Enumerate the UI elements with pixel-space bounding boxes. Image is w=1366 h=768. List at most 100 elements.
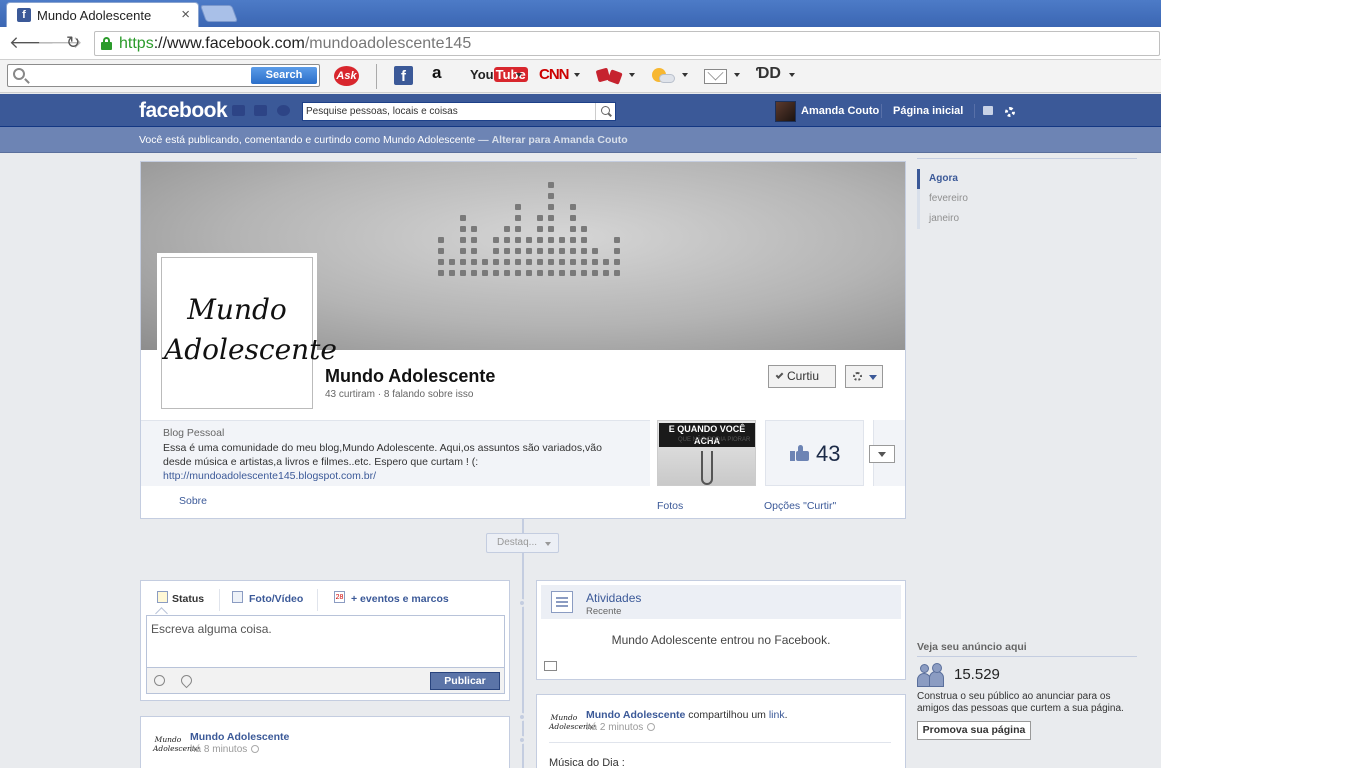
like-options-link[interactable]: Opções "Curtir" (764, 500, 836, 512)
cover-pattern-dot (460, 226, 466, 232)
post-timestamp[interactable]: há 2 minutos (586, 722, 656, 733)
chevron-down-icon[interactable] (734, 73, 740, 77)
tab-divider (317, 589, 318, 611)
composer-footer: Publicar (146, 668, 505, 694)
page-options-button[interactable] (845, 365, 883, 388)
cover-pattern-dot (592, 270, 598, 276)
cover-pattern-dot (471, 270, 477, 276)
promote-page-button[interactable]: Promova sua página (917, 721, 1031, 740)
user-name-link[interactable]: Amanda Couto (801, 105, 879, 117)
notice-text: Você está publicando, comentando e curti… (139, 134, 628, 146)
messages-icon[interactable] (254, 105, 267, 116)
facebook-logo[interactable]: facebook (139, 99, 228, 123)
timeline-nav-january[interactable]: janeiro (917, 209, 1067, 229)
photos-link[interactable]: Fotos (657, 500, 683, 512)
weather-icon[interactable] (652, 66, 678, 84)
page-switch-icon[interactable] (983, 106, 993, 115)
dictionary-icon[interactable]: ƊD (756, 65, 781, 83)
cover-pattern-dot (570, 270, 576, 276)
cover-pattern-dot (471, 237, 477, 243)
photos-thumbnail[interactable]: E QUANDO VOCÊ ACHA QUE NÃO PODIA PIORAR (657, 420, 756, 486)
cover-pattern-dot (515, 270, 521, 276)
cover-pattern-dot (482, 259, 488, 265)
more-apps-button[interactable] (869, 445, 895, 463)
clock-icon[interactable] (154, 675, 165, 686)
gear-icon[interactable] (1005, 107, 1015, 117)
likes-box[interactable]: 43 (765, 420, 864, 486)
timeline-main: Mundo Adolescente Mundo Adolescente 43 cu… (140, 153, 906, 768)
friend-requests-icon[interactable] (232, 105, 245, 116)
publish-button[interactable]: Publicar (430, 672, 500, 690)
activity-title[interactable]: Atividades (586, 591, 641, 605)
activity-text: Mundo Adolescente entrou no Facebook. (611, 633, 831, 647)
card-icon[interactable] (544, 661, 557, 671)
cover-pattern-dot (438, 259, 444, 265)
address-bar[interactable]: https://www.facebook.com/mundoadolescent… (94, 31, 1160, 56)
notifications-globe-icon[interactable] (277, 105, 290, 116)
cover-pattern-dot (515, 215, 521, 221)
cover-pattern-dot (548, 248, 554, 254)
tab-status[interactable]: Status (172, 593, 204, 605)
highlights-dropdown[interactable]: Destaq... (486, 533, 559, 553)
reload-icon[interactable]: ↻ (66, 33, 80, 53)
post-author-link[interactable]: Mundo Adolescente compartilhou um link. (586, 709, 788, 721)
amazon-icon[interactable]: a (432, 63, 441, 83)
chevron-down-icon[interactable] (629, 73, 635, 77)
url-text: https://www.facebook.com/mundoadolescent… (119, 35, 472, 52)
tab-events-milestones[interactable]: + eventos e marcos (351, 593, 449, 605)
chevron-down-icon[interactable] (516, 73, 522, 77)
cover-pattern-dot (526, 270, 532, 276)
location-pin-icon[interactable] (178, 672, 195, 689)
toolbar-search-input[interactable]: Search (7, 64, 320, 87)
status-icon (157, 591, 168, 603)
cover-pattern-dot (493, 270, 499, 276)
post-avatar[interactable]: Mundo Adolescente (549, 713, 595, 731)
facebook-header: facebook Pesquise pessoas, locais e cois… (0, 94, 1161, 127)
ad-description: Construa o seu público ao anunciar para … (917, 691, 1124, 714)
cover-pattern-dot (526, 237, 532, 243)
cover-pattern-dot (548, 193, 554, 199)
games-dice-icon[interactable] (595, 66, 623, 85)
cover-pattern-dot (504, 248, 510, 254)
post-author-link[interactable]: Mundo Adolescente (190, 731, 289, 743)
about-link[interactable]: Sobre (179, 495, 207, 507)
status-input[interactable]: Escreva alguma coisa. (146, 615, 505, 668)
post-avatar[interactable]: Mundo Adolescente (153, 735, 199, 753)
page-title[interactable]: Mundo Adolescente (325, 366, 495, 387)
avatar[interactable] (775, 101, 796, 122)
ask-icon[interactable]: Ask (334, 66, 359, 86)
profile-picture[interactable]: Mundo Adolescente (161, 257, 337, 409)
timeline-nav-february[interactable]: fevereiro (917, 189, 1067, 209)
cover-pattern-dot (526, 259, 532, 265)
cover-pattern-dot (460, 259, 466, 265)
cover-pattern-dot (526, 248, 532, 254)
close-icon[interactable]: × (181, 6, 190, 23)
toolbar-search-button[interactable]: Search (251, 67, 317, 84)
likes-count: 43 (816, 441, 841, 466)
gear-icon (853, 372, 862, 381)
post-timestamp[interactable]: há 8 minutos (190, 744, 260, 755)
search-icon (13, 68, 25, 80)
tab-photo-video[interactable]: Foto/Vídeo (249, 593, 303, 605)
cnn-icon[interactable]: CNN (539, 66, 569, 83)
cover-pattern-dot (548, 204, 554, 210)
chevron-down-icon[interactable] (574, 73, 580, 77)
chevron-down-icon[interactable] (682, 73, 688, 77)
timeline-nav-now[interactable]: Agora (917, 169, 1067, 189)
new-tab-button[interactable] (199, 5, 239, 22)
home-link[interactable]: Página inicial (893, 105, 963, 117)
search-toolbar: Search Ask f a You Tube CNN ƊD (0, 60, 1161, 93)
timeline-post: Mundo Adolescente Mundo Adolescente compa… (536, 694, 906, 768)
website-link[interactable]: http://mundoadolescente145.blogspot.com.… (163, 470, 376, 482)
earphones-graphic (701, 451, 713, 485)
mail-icon[interactable] (704, 69, 727, 84)
shared-link[interactable]: link (769, 709, 785, 721)
chevron-down-icon[interactable] (789, 73, 795, 77)
liked-button[interactable]: Curtiu (768, 365, 836, 388)
search-icon[interactable] (595, 103, 615, 120)
facebook-icon[interactable]: f (394, 66, 413, 85)
switch-user-link[interactable]: Alterar para Amanda Couto (492, 134, 628, 146)
facebook-search-input[interactable]: Pesquise pessoas, locais e coisas (302, 102, 616, 121)
cover-pattern-dot (570, 248, 576, 254)
browser-tab[interactable]: f Mundo Adolescente × (6, 2, 199, 27)
